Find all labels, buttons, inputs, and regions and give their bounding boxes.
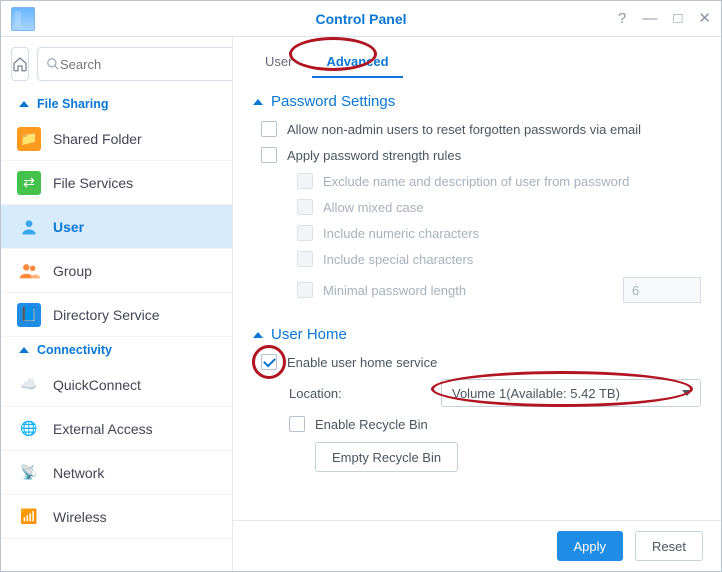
wifi-icon: 📶 [17,505,41,529]
minimize-icon[interactable]: — [642,11,657,26]
directory-icon: 📘 [17,303,41,327]
footer: Apply Reset [233,520,721,571]
home-button[interactable] [11,47,29,81]
sidebar-item-external-access[interactable]: 🌐 External Access [1,407,232,451]
apply-button[interactable]: Apply [557,531,624,561]
tabs: User Advanced [233,37,721,77]
search-box[interactable] [37,47,233,81]
label-allow-reset: Allow non-admin users to reset forgotten… [287,122,641,137]
checkbox-mixed-case [297,199,313,215]
sidebar-item-directory-service[interactable]: 📘 Directory Service [1,293,232,337]
section-file-sharing[interactable]: File Sharing [1,91,232,117]
user-icon [17,215,41,239]
app-icon [11,7,35,31]
globe-icon: 🌐 [17,417,41,441]
sidebar-item-file-services[interactable]: ⇄ File Services [1,161,232,205]
checkbox-allow-reset[interactable] [261,121,277,137]
sidebar-item-group[interactable]: Group [1,249,232,293]
section-password-settings: Password Settings Allow non-admin users … [253,87,701,308]
checkbox-min-length [297,282,313,298]
tab-advanced[interactable]: Advanced [312,48,402,77]
sidebar-item-quickconnect[interactable]: ☁️ QuickConnect [1,363,232,407]
close-icon[interactable]: ✕ [698,11,711,26]
checkbox-apply-rules[interactable] [261,147,277,163]
checkbox-enable-recycle[interactable] [289,416,305,432]
file-services-icon: ⇄ [17,171,41,195]
cloud-icon: ☁️ [17,373,41,397]
network-icon: 📡 [17,461,41,485]
titlebar: Control Panel ? — □ ✕ [1,1,721,37]
checkbox-exclude-name [297,173,313,189]
main-panel: User Advanced Password Settings Allow no… [233,37,721,571]
search-icon [46,57,60,71]
checkbox-special [297,251,313,267]
label-apply-rules: Apply password strength rules [287,148,461,163]
checkbox-enable-home[interactable] [261,354,277,370]
location-select[interactable]: Volume 1(Available: 5.42 TB) [441,379,701,407]
user-home-header[interactable]: User Home [253,320,701,349]
checkbox-numeric [297,225,313,241]
home-icon [12,56,28,72]
label-enable-home: Enable user home service [287,355,437,370]
section-user-home: User Home Enable user home service Locat… [253,320,701,477]
chevron-up-icon [19,101,29,107]
folder-icon: 📁 [17,127,41,151]
help-icon[interactable]: ? [618,11,626,26]
group-icon [17,259,41,283]
search-input[interactable] [60,57,233,72]
location-label: Location: [289,386,342,401]
section-connectivity[interactable]: Connectivity [1,337,232,363]
reset-button[interactable]: Reset [635,531,703,561]
password-settings-header[interactable]: Password Settings [253,87,701,116]
maximize-icon[interactable]: □ [673,11,682,26]
sidebar: File Sharing 📁 Shared Folder ⇄ File Serv… [1,37,233,571]
sidebar-item-shared-folder[interactable]: 📁 Shared Folder [1,117,232,161]
empty-recycle-button[interactable]: Empty Recycle Bin [315,442,458,472]
sidebar-item-network[interactable]: 📡 Network [1,451,232,495]
chevron-up-icon [253,99,263,105]
sidebar-item-wireless[interactable]: 📶 Wireless [1,495,232,539]
tab-user[interactable]: User [251,48,306,77]
chevron-up-icon [253,332,263,338]
chevron-down-icon [682,390,692,396]
window-title: Control Panel [315,11,406,27]
sidebar-item-user[interactable]: User [1,205,232,249]
chevron-up-icon [19,347,29,353]
min-length-input [623,277,701,303]
control-panel-window: Control Panel ? — □ ✕ File Sharing [0,0,722,572]
